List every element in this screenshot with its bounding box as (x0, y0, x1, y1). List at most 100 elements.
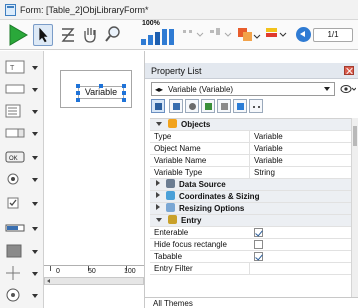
previous-page-button[interactable] (296, 27, 311, 42)
select-tool-button[interactable] (33, 24, 53, 46)
run-form-button[interactable] (8, 24, 28, 46)
property-row[interactable]: Object Name Variable (150, 143, 351, 155)
scroll-left-icon[interactable] (45, 278, 53, 284)
close-icon[interactable] (344, 66, 354, 75)
palette-text-area[interactable]: T (5, 58, 39, 76)
vertical-scrollbar[interactable] (351, 118, 358, 308)
property-row[interactable]: Hide focus rectangle (150, 239, 351, 251)
resize-icon (166, 203, 175, 212)
text-tool-button[interactable] (58, 24, 78, 46)
prev-next-icon[interactable]: ◂▸ (155, 85, 163, 94)
property-key: Type (154, 132, 172, 141)
align-icon (183, 30, 204, 37)
window-title: Form: [Table_2]ObjLibraryForm* (20, 5, 149, 15)
resize-handle[interactable] (122, 91, 126, 95)
hide-focus-rectangle-checkbox[interactable] (254, 240, 263, 249)
chevron-down-icon (32, 178, 38, 182)
zoom-percent: 100% (142, 20, 160, 27)
chevron-right-icon (156, 192, 160, 198)
button-icon: OK (5, 151, 25, 163)
cursor-arrow-icon (39, 27, 48, 43)
objects-icon (168, 119, 177, 128)
property-row[interactable]: Enterable (150, 227, 351, 239)
chevron-right-icon (156, 204, 160, 210)
property-key: Variable Type (154, 168, 203, 177)
chevron-down-icon (156, 122, 162, 126)
section-coordinates-sizing[interactable]: Coordinates & Sizing (150, 191, 351, 203)
palette-radio-button[interactable] (5, 170, 39, 188)
scrollbar-thumb[interactable] (353, 126, 357, 146)
palette-splitter[interactable] (5, 264, 39, 282)
resize-handle[interactable] (76, 98, 80, 102)
layer-button[interactable] (236, 24, 262, 46)
resize-handle[interactable] (99, 84, 103, 88)
palette-list-box[interactable] (5, 102, 39, 120)
property-value[interactable]: Variable (249, 131, 351, 142)
zoom-bar (141, 39, 146, 45)
align-button[interactable] (180, 24, 206, 46)
ruler-tick (50, 266, 51, 271)
tab-list-view[interactable] (151, 99, 165, 113)
resize-handle[interactable] (76, 84, 80, 88)
palette-rectangle[interactable] (5, 242, 39, 260)
chevron-down-icon (32, 66, 38, 70)
horizontal-scrollbar[interactable] (44, 277, 144, 285)
tab-chart[interactable] (217, 99, 231, 113)
property-value[interactable]: String (249, 167, 351, 178)
section-label: Objects (181, 120, 211, 129)
palette-input-field[interactable] (5, 80, 39, 98)
property-row[interactable]: Entry Filter (150, 263, 351, 275)
property-row[interactable]: Tabable (150, 251, 351, 263)
ruler-label: 100 (124, 268, 136, 275)
tab-settings[interactable] (185, 99, 199, 113)
section-resizing-options[interactable]: Resizing Options (150, 203, 351, 215)
tab-more[interactable] (249, 99, 263, 113)
property-value[interactable]: Variable (249, 155, 351, 166)
palette-progress-bar[interactable] (5, 219, 39, 237)
zoom-bar (155, 32, 160, 45)
splitter-icon (6, 266, 20, 280)
combo-box-icon (5, 128, 25, 138)
color-button[interactable] (263, 24, 289, 46)
horizontal-ruler: 0 50 100 (44, 265, 144, 277)
z-order-icon (61, 28, 75, 42)
more-icon (253, 106, 260, 108)
hand-tool-button[interactable] (80, 24, 100, 46)
hand-icon (84, 28, 96, 43)
palette-button[interactable]: OK (5, 148, 39, 166)
magnifier-icon (105, 26, 120, 42)
resize-handle[interactable] (76, 91, 80, 95)
object-selector[interactable]: ◂▸ Variable (Variable) (151, 82, 335, 96)
entry-filter-field[interactable] (249, 263, 351, 274)
property-row[interactable]: Variable Type String (150, 167, 351, 179)
resize-handle[interactable] (122, 98, 126, 102)
palette-web-area[interactable] (5, 286, 39, 304)
property-row[interactable]: Type Variable (150, 131, 351, 143)
tab-form-objects[interactable] (169, 99, 183, 113)
property-value[interactable]: Variable (249, 143, 351, 154)
tab-color[interactable] (201, 99, 215, 113)
section-entry[interactable]: Entry (150, 215, 351, 227)
zoom-level-button[interactable] (141, 29, 175, 45)
palette-combo-box[interactable] (5, 124, 39, 142)
chevron-down-icon (32, 88, 38, 92)
themes-bar[interactable]: All Themes (145, 297, 358, 308)
property-list-titlebar: Property List (145, 63, 358, 79)
palette-checkbox[interactable] (5, 194, 39, 212)
property-row[interactable]: Variable Name Variable (150, 155, 351, 167)
resize-handle[interactable] (122, 84, 126, 88)
distribute-button[interactable] (208, 24, 234, 46)
variable-object[interactable]: Variable (60, 70, 132, 108)
enterable-checkbox[interactable] (254, 228, 263, 237)
tabable-checkbox[interactable] (254, 252, 263, 261)
zoom-tool-button[interactable] (103, 24, 123, 46)
section-data-source[interactable]: Data Source (150, 179, 351, 191)
section-objects[interactable]: Objects (150, 119, 351, 131)
form-canvas[interactable]: Variable 0 50 100 (44, 51, 144, 308)
form-objects-icon (173, 103, 180, 110)
property-key: Tabable (154, 252, 183, 261)
property-key: Entry Filter (154, 264, 193, 273)
chevron-down-icon (32, 272, 38, 276)
tab-monitor[interactable] (233, 99, 247, 113)
eye-icon[interactable] (340, 83, 356, 95)
